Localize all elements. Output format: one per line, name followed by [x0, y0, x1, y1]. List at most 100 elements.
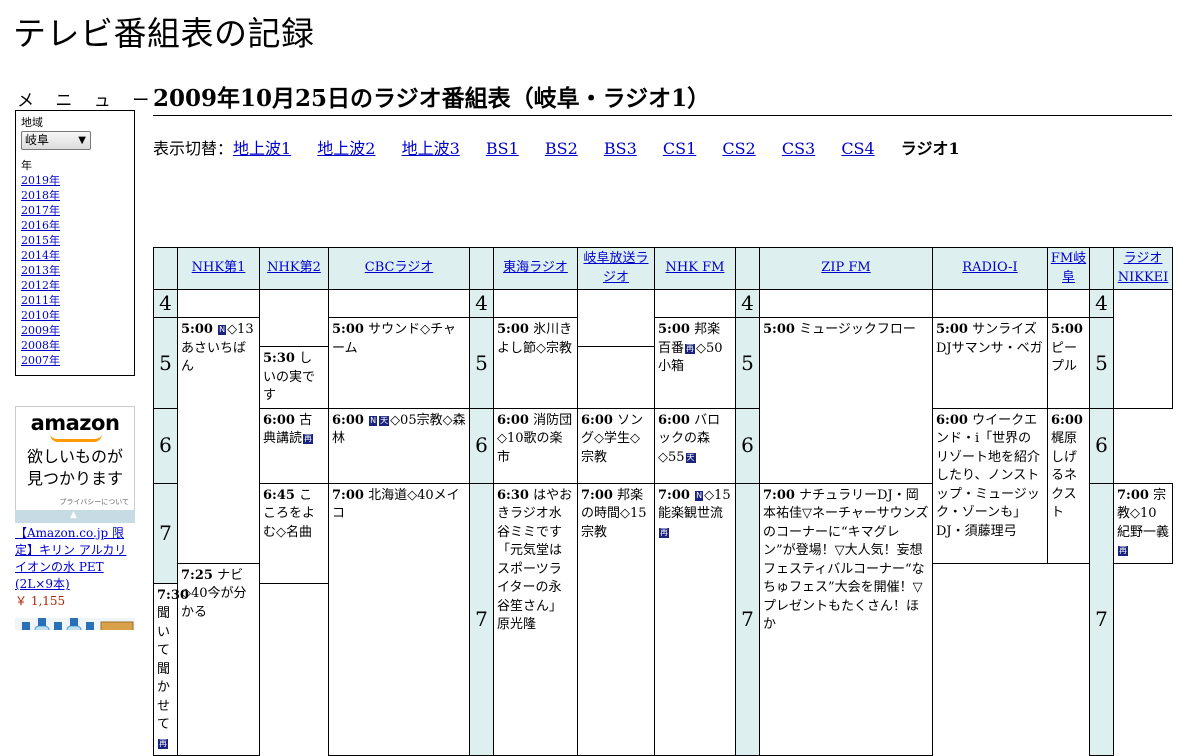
program-title: ナチュラリーDJ・岡本祐佳▽ネーチャーサウンズのコーナーに“キマグレン”が登場！…	[763, 487, 929, 633]
program-cell[interactable]: 5:00 サンライズDJサマンサ・ベガ	[932, 317, 1048, 409]
year-link-2018[interactable]: 2018年	[21, 189, 60, 202]
rerun-icon: 再	[303, 434, 314, 444]
station-link-nhk1[interactable]: NHK第1	[192, 260, 246, 275]
hour-cell: 5	[469, 317, 494, 409]
corner-cell	[1089, 247, 1114, 290]
weather-icon: 天	[685, 452, 696, 463]
program-cell[interactable]: 5:00 ピープル	[1047, 317, 1090, 409]
switch-link-chijo3[interactable]: 地上波3	[402, 139, 460, 158]
program-time: 7:00	[332, 487, 364, 503]
program-cell[interactable]: 7:00 北海道◇40メイコ	[328, 482, 470, 756]
program-title: ウイークエンド・i「世界のリゾート地を紹介したり、ノンストップ・ミュージック・ゾ…	[936, 412, 1041, 539]
program-cell-empty	[177, 289, 260, 318]
switch-label: 表示切替：	[153, 139, 234, 158]
hour-cell: 4	[735, 289, 760, 318]
rerun-icon: 再	[1118, 546, 1128, 556]
program-cell[interactable]: 6:00 N 天 ◇05宗教◇森林	[328, 407, 470, 484]
ad-collapse-bar[interactable]: ▲	[15, 510, 135, 523]
program-cell[interactable]: 7:00 邦楽の時間◇15宗教	[577, 482, 655, 756]
program-cell[interactable]: 6:00 古典講読再	[259, 407, 329, 484]
program-cell[interactable]: 7:00 ナチュラリーDJ・岡本祐佳▽ネーチャーサウンズのコーナーに“キマグレン…	[759, 482, 933, 756]
year-link-2009[interactable]: 2009年	[21, 324, 60, 337]
year-link-2008[interactable]: 2008年	[21, 339, 60, 352]
year-link-2014[interactable]: 2014年	[21, 249, 60, 262]
program-cell-empty	[493, 289, 578, 318]
corner-cell	[153, 247, 178, 290]
program-cell[interactable]: 5:00 N ◇13あさいちばん	[177, 317, 260, 564]
switch-link-cs3[interactable]: CS3	[782, 139, 815, 158]
switch-link-cs2[interactable]: CS2	[722, 139, 755, 158]
hour-cell: 7	[1089, 482, 1114, 756]
amazon-ad: amazon 欲しいものが 見つかります プライバシーについて ▲ 【Amazo…	[15, 406, 135, 630]
program-time: 5:00	[1051, 322, 1083, 337]
program-time: 6:00	[497, 412, 529, 428]
rerun-icon: 再	[659, 527, 669, 538]
program-cell[interactable]: 7:25 ナビ◇40今が分かる	[177, 562, 260, 756]
switch-link-cs1[interactable]: CS1	[663, 139, 696, 158]
station-link-fmgifu[interactable]: FM岐阜	[1051, 251, 1086, 285]
program-cell[interactable]: 5:00 サウンド◇チャーム	[328, 317, 470, 409]
station-link-gifu[interactable]: 岐阜放送ラジオ	[583, 251, 648, 285]
year-link-2015[interactable]: 2015年	[21, 234, 60, 247]
program-title: 梶原しげるネクスト	[1051, 431, 1078, 520]
program-cell[interactable]: 6:00 ウイークエンド・i「世界のリゾート地を紹介したり、ノンストップ・ミュー…	[932, 407, 1048, 564]
year-link-2019[interactable]: 2019年	[21, 174, 60, 187]
program-cell[interactable]: 6:30 はやおきラジオ水谷ミミです「元気堂はスポーツライターの永谷笙さん」原光…	[493, 482, 578, 756]
station-link-nhk2[interactable]: NHK第2	[267, 260, 321, 275]
station-link-cbc[interactable]: CBCラジオ	[365, 260, 433, 275]
page-heading: 2009年10月25日のラジオ番組表（岐阜・ラジオ1）	[153, 84, 1172, 116]
program-time: 6:00	[1051, 412, 1083, 428]
program-cell[interactable]: 5:00 ミュージックフロー	[759, 317, 933, 484]
year-link-2012[interactable]: 2012年	[21, 279, 60, 292]
program-cell[interactable]: 5:00 氷川きよし節◇宗教	[493, 317, 578, 409]
year-link-2011[interactable]: 2011年	[21, 294, 60, 307]
region-select[interactable]: 岐阜 ▼	[21, 131, 91, 150]
program-cell[interactable]: 6:00 消防団◇10歌の楽市	[493, 407, 578, 484]
program-time: 5:00	[658, 322, 690, 337]
program-time: 5:00	[332, 322, 364, 337]
switch-link-chijo2[interactable]: 地上波2	[317, 139, 375, 158]
station-link-zipfm[interactable]: ZIP FM	[821, 260, 870, 275]
switch-link-bs3[interactable]: BS3	[604, 139, 637, 158]
switch-current: ラジオ1	[900, 139, 960, 158]
program-cell[interactable]: 5:30 しいの実です	[259, 346, 329, 409]
program-cell[interactable]: 7:00 宗教◇10紀野一義再	[1113, 482, 1173, 564]
program-title: 聞いて聞かせて	[157, 606, 171, 732]
program-time: 6:00	[332, 412, 364, 428]
year-link-2007[interactable]: 2007年	[21, 354, 60, 367]
hour-cell: 6	[1089, 407, 1114, 484]
program-cell-empty	[759, 289, 933, 318]
switch-link-chijo1[interactable]: 地上波1	[233, 139, 291, 158]
station-link-nikkei[interactable]: ラジオNIKKEI	[1118, 251, 1169, 285]
switch-link-cs4[interactable]: CS4	[841, 139, 874, 158]
year-link-2010[interactable]: 2010年	[21, 309, 60, 322]
program-cell[interactable]: 7:30 聞いて聞かせて再	[153, 582, 189, 756]
program-time: 5:00	[181, 322, 213, 337]
news-icon: N	[218, 325, 227, 335]
program-cell[interactable]: 6:00 梶原しげるネクスト	[1047, 407, 1090, 564]
amazon-banner[interactable]: amazon 欲しいものが 見つかります プライバシーについて	[15, 406, 135, 511]
program-cell[interactable]: 6:00 バロックの森◇55 天	[654, 407, 736, 484]
ad-product-link[interactable]: 【Amazon.co.jp 限定】キリン アルカリイオンの水 PET (2L×9…	[15, 526, 126, 591]
switch-link-bs2[interactable]: BS2	[545, 139, 578, 158]
ad-privacy-link[interactable]: プライバシーについて	[59, 497, 129, 507]
switch-link-bs1[interactable]: BS1	[486, 139, 519, 158]
program-cell[interactable]: 6:45 こころをよむ◇名曲	[259, 482, 329, 584]
program-cell-empty	[328, 289, 470, 318]
station-link-radioi[interactable]: RADIO-I	[962, 260, 1017, 275]
hour-cell: 7	[153, 482, 178, 584]
hour-cell: 5	[153, 317, 178, 409]
station-link-nhkfm[interactable]: NHK FM	[666, 260, 725, 275]
program-cell[interactable]: 7:00 N ◇15能楽観世流再	[654, 482, 736, 756]
year-link-2013[interactable]: 2013年	[21, 264, 60, 277]
station-link-tokai[interactable]: 東海ラジオ	[503, 260, 568, 275]
program-cell[interactable]: 6:00 ソング◇学生◇宗教	[577, 407, 655, 484]
ad-product-image[interactable]	[15, 614, 135, 630]
year-link-2017[interactable]: 2017年	[21, 204, 60, 217]
region-select-value: 岐阜	[25, 133, 50, 147]
menu-box: 地域 岐阜 ▼ 年 2019年 2018年 2017年 2016年 2015年 …	[15, 110, 135, 376]
program-cell-empty	[577, 289, 655, 347]
program-cell[interactable]: 5:00 邦楽百番再 ◇50小箱	[654, 317, 736, 409]
year-link-2016[interactable]: 2016年	[21, 219, 60, 232]
year-label: 年	[21, 159, 32, 172]
